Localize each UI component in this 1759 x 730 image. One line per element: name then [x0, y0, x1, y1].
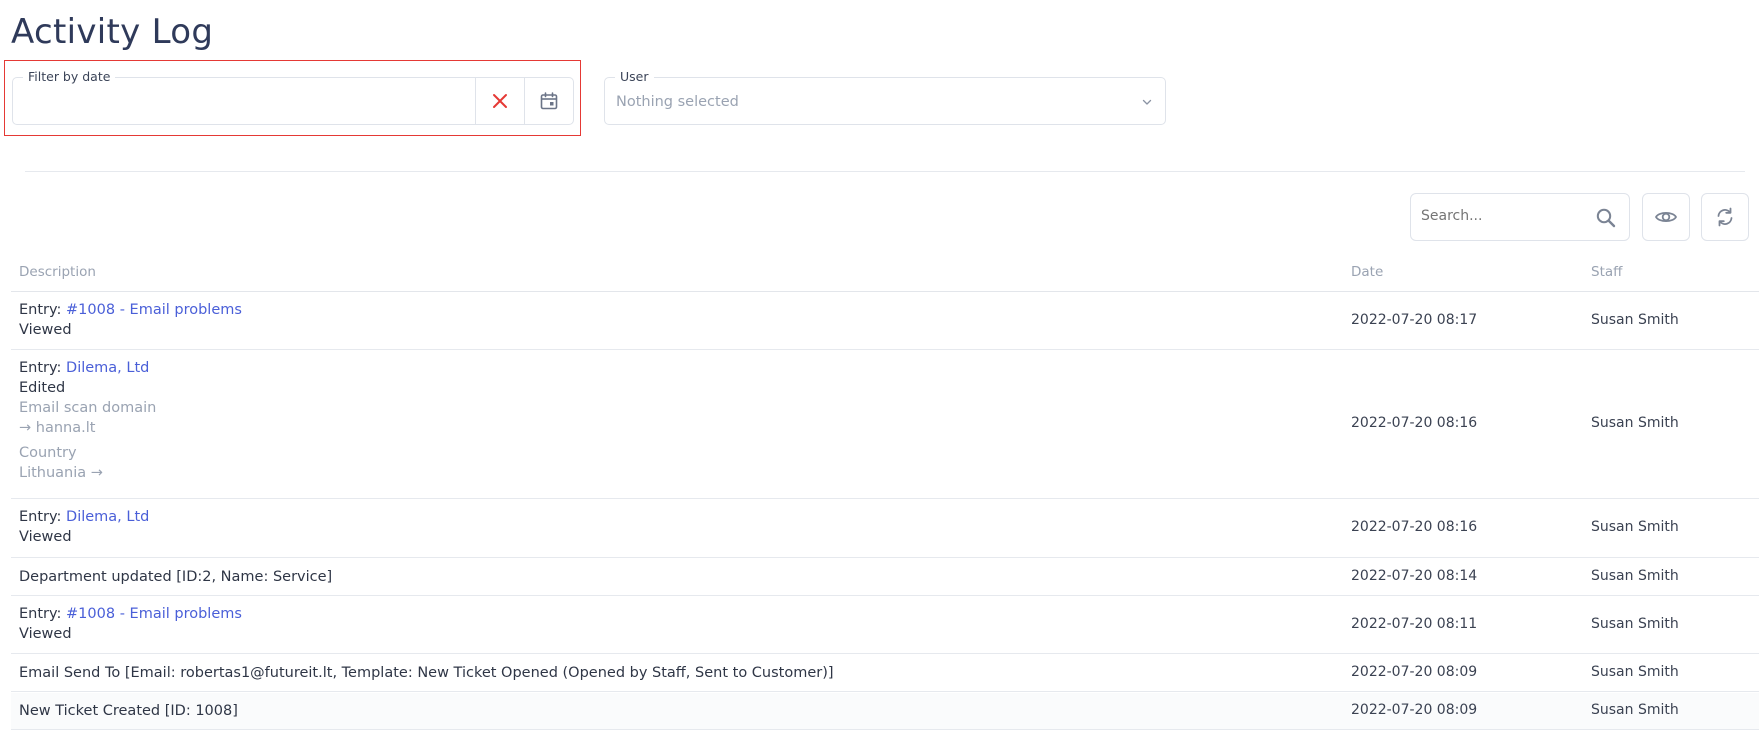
row-description: Entry: #1008 - Email problems Viewed [19, 300, 242, 340]
table-row: New Ticket Created [ID: 1008] 2022-07-20… [11, 693, 1759, 730]
close-icon [493, 94, 507, 108]
row-date: 2022-07-20 08:14 [1351, 568, 1478, 584]
date-filter: Filter by date [12, 69, 574, 125]
row-description: Entry: Dilema, Ltd Viewed [19, 507, 149, 547]
eye-icon [1654, 211, 1678, 223]
row-description: Department updated [ID:2, Name: Service] [19, 569, 333, 585]
table-row: Entry: Dilema, Ltd Viewed 2022-07-20 08:… [11, 500, 1759, 558]
row-staff: Susan Smith [1591, 568, 1679, 584]
column-header-staff[interactable]: Staff [1591, 264, 1622, 280]
row-staff: Susan Smith [1591, 664, 1679, 680]
column-header-description[interactable]: Description [19, 264, 96, 280]
section-divider [25, 171, 1745, 172]
entry-action: Viewed [19, 626, 72, 642]
entry-link[interactable]: Dilema, Ltd [66, 360, 149, 376]
row-date: 2022-07-20 08:16 [1351, 415, 1478, 431]
date-filter-input[interactable] [13, 78, 475, 124]
calendar-button[interactable] [524, 78, 573, 124]
row-staff: Susan Smith [1591, 415, 1679, 431]
entry-link[interactable]: #1008 - Email problems [66, 606, 242, 622]
page-title: Activity Log [11, 12, 214, 52]
table-row: Department updated [ID:2, Name: Service]… [11, 559, 1759, 596]
chevron-down-icon [1142, 99, 1152, 105]
entry-prefix: Entry: [19, 509, 67, 525]
row-date: 2022-07-20 08:09 [1351, 702, 1478, 718]
change-field: Email scan domain [19, 400, 157, 416]
search-input[interactable] [1421, 208, 1581, 224]
user-select-value: Nothing selected [616, 94, 739, 110]
row-staff: Susan Smith [1591, 616, 1679, 632]
row-date: 2022-07-20 08:16 [1351, 519, 1478, 535]
row-description: Entry: #1008 - Email problems Viewed [19, 604, 242, 644]
table-row: Entry: #1008 - Email problems Viewed 202… [11, 292, 1759, 350]
entry-link[interactable]: Dilema, Ltd [66, 509, 149, 525]
change-field: Country [19, 445, 77, 461]
row-staff: Susan Smith [1591, 312, 1679, 328]
entry-link[interactable]: #1008 - Email problems [66, 302, 242, 318]
table-row: Entry: Dilema, Ltd Edited Email scan dom… [11, 351, 1759, 499]
refresh-icon [1717, 207, 1733, 227]
refresh-button[interactable] [1701, 193, 1749, 241]
change-value: Lithuania → [19, 465, 103, 481]
entry-prefix: Entry: [19, 606, 67, 622]
table-row: Entry: #1008 - Email problems Viewed 202… [11, 597, 1759, 654]
column-header-date[interactable]: Date [1351, 264, 1383, 280]
entry-action: Edited [19, 380, 66, 396]
user-select-label: User [615, 69, 654, 85]
row-date: 2022-07-20 08:09 [1351, 664, 1478, 680]
row-description: Entry: Dilema, Ltd Edited Email scan dom… [19, 358, 156, 483]
change-value: → hanna.lt [19, 420, 96, 436]
entry-prefix: Entry: [19, 360, 67, 376]
clear-date-button[interactable] [475, 78, 524, 124]
user-select[interactable]: User Nothing selected [604, 69, 1166, 125]
row-date: 2022-07-20 08:11 [1351, 616, 1478, 632]
entry-action: Viewed [19, 322, 72, 338]
calendar-icon [540, 92, 558, 110]
entry-prefix: Entry: [19, 302, 67, 318]
column-visibility-button[interactable] [1642, 193, 1690, 241]
entry-action: Viewed [19, 529, 72, 545]
row-description: New Ticket Created [ID: 1008] [19, 703, 238, 719]
row-description: Email Send To [Email: robertas1@futureit… [19, 665, 834, 681]
row-staff: Susan Smith [1591, 519, 1679, 535]
search-icon[interactable] [1595, 207, 1617, 229]
row-staff: Susan Smith [1591, 702, 1679, 718]
search-box [1410, 193, 1630, 241]
table-row: Email Send To [Email: robertas1@futureit… [11, 655, 1759, 692]
row-date: 2022-07-20 08:17 [1351, 312, 1478, 328]
